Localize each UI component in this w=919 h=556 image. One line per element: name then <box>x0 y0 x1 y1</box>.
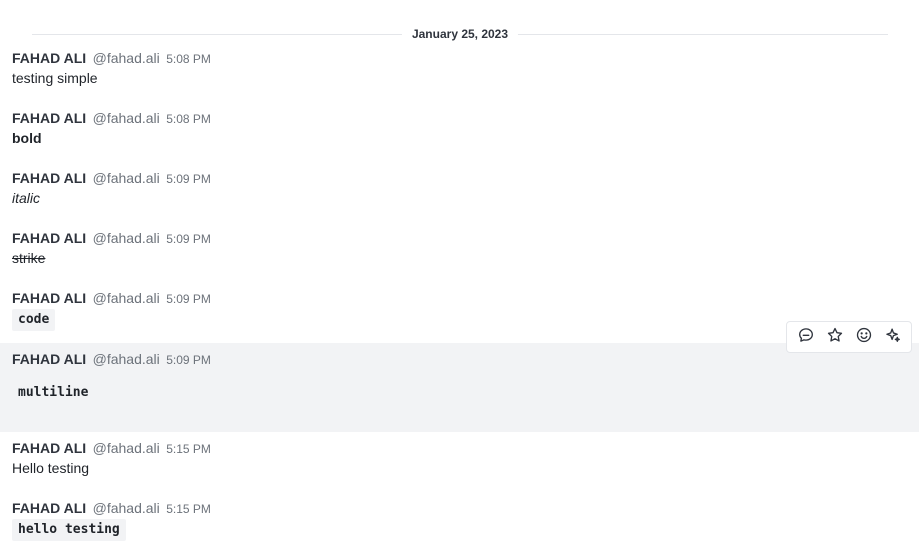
message-time: 5:15 PM <box>166 502 211 516</box>
message-hovered[interactable]: FAHAD ALI @fahad.ali 5:09 PM multiline <box>0 343 919 432</box>
message-header: FAHAD ALI @fahad.ali 5:08 PM <box>12 48 919 68</box>
message-list: January 25, 2023 FAHAD ALI @fahad.ali 5:… <box>0 0 919 556</box>
author-username[interactable]: @fahad.ali <box>93 230 160 246</box>
author-name[interactable]: FAHAD ALI <box>12 440 86 456</box>
message[interactable]: FAHAD ALI @fahad.ali 5:09 PM code <box>0 288 919 331</box>
message[interactable]: FAHAD ALI @fahad.ali 5:09 PM strike <box>0 228 919 268</box>
message-header: FAHAD ALI @fahad.ali 5:09 PM <box>12 168 919 188</box>
message-header: FAHAD ALI @fahad.ali 5:09 PM <box>12 349 919 369</box>
author-name[interactable]: FAHAD ALI <box>12 290 86 306</box>
inline-code: hello testing <box>12 519 126 541</box>
ai-sparkle-icon <box>884 326 902 349</box>
author-name[interactable]: FAHAD ALI <box>12 351 86 367</box>
author-username[interactable]: @fahad.ali <box>93 500 160 516</box>
message-text-bold: bold <box>12 130 42 146</box>
author-username[interactable]: @fahad.ali <box>93 170 160 186</box>
message-time: 5:09 PM <box>166 232 211 246</box>
message-time: 5:09 PM <box>166 172 211 186</box>
message[interactable]: FAHAD ALI @fahad.ali 5:08 PM bold <box>0 108 919 148</box>
message-text: Hello testing <box>12 460 90 476</box>
author-name[interactable]: FAHAD ALI <box>12 170 86 186</box>
message-time: 5:08 PM <box>166 112 211 126</box>
date-divider: January 25, 2023 <box>32 25 888 45</box>
message[interactable]: FAHAD ALI @fahad.ali 5:09 PM italic <box>0 168 919 208</box>
message-text: testing simple <box>12 70 98 86</box>
star-button[interactable] <box>823 325 847 349</box>
message-time: 5:15 PM <box>166 442 211 456</box>
message-header: FAHAD ALI @fahad.ali 5:08 PM <box>12 108 919 128</box>
code-block: multiline <box>18 385 89 400</box>
message-header: FAHAD ALI @fahad.ali 5:15 PM <box>12 438 919 458</box>
message-text-strike: strike <box>12 250 46 266</box>
message-time: 5:09 PM <box>166 292 211 306</box>
message-text-italic: italic <box>12 190 41 206</box>
message-header: FAHAD ALI @fahad.ali 5:09 PM <box>12 288 919 308</box>
author-name[interactable]: FAHAD ALI <box>12 110 86 126</box>
author-name[interactable]: FAHAD ALI <box>12 230 86 246</box>
ai-actions-button[interactable] <box>881 325 905 349</box>
author-name[interactable]: FAHAD ALI <box>12 50 86 66</box>
message[interactable]: FAHAD ALI @fahad.ali 5:15 PM Hello testi… <box>0 438 919 478</box>
message-header: FAHAD ALI @fahad.ali 5:09 PM <box>12 228 919 248</box>
message-time: 5:09 PM <box>166 353 211 367</box>
message[interactable]: FAHAD ALI @fahad.ali 5:08 PM testing sim… <box>0 48 919 88</box>
inline-code: code <box>12 309 56 331</box>
message-header: FAHAD ALI @fahad.ali 5:15 PM <box>12 498 919 518</box>
message[interactable]: FAHAD ALI @fahad.ali 5:15 PM hello testi… <box>0 498 919 541</box>
date-label: January 25, 2023 <box>401 25 519 44</box>
reply-in-thread-icon <box>797 326 815 349</box>
author-name[interactable]: FAHAD ALI <box>12 500 86 516</box>
message-action-toolbar <box>786 321 912 353</box>
author-username[interactable]: @fahad.ali <box>93 110 160 126</box>
author-username[interactable]: @fahad.ali <box>93 290 160 306</box>
author-username[interactable]: @fahad.ali <box>93 351 160 367</box>
star-icon <box>826 326 844 349</box>
emoji-icon <box>855 326 873 349</box>
author-username[interactable]: @fahad.ali <box>93 440 160 456</box>
author-username[interactable]: @fahad.ali <box>93 50 160 66</box>
message-time: 5:08 PM <box>166 52 211 66</box>
add-reaction-button[interactable] <box>852 325 876 349</box>
reply-in-thread-button[interactable] <box>794 325 818 349</box>
